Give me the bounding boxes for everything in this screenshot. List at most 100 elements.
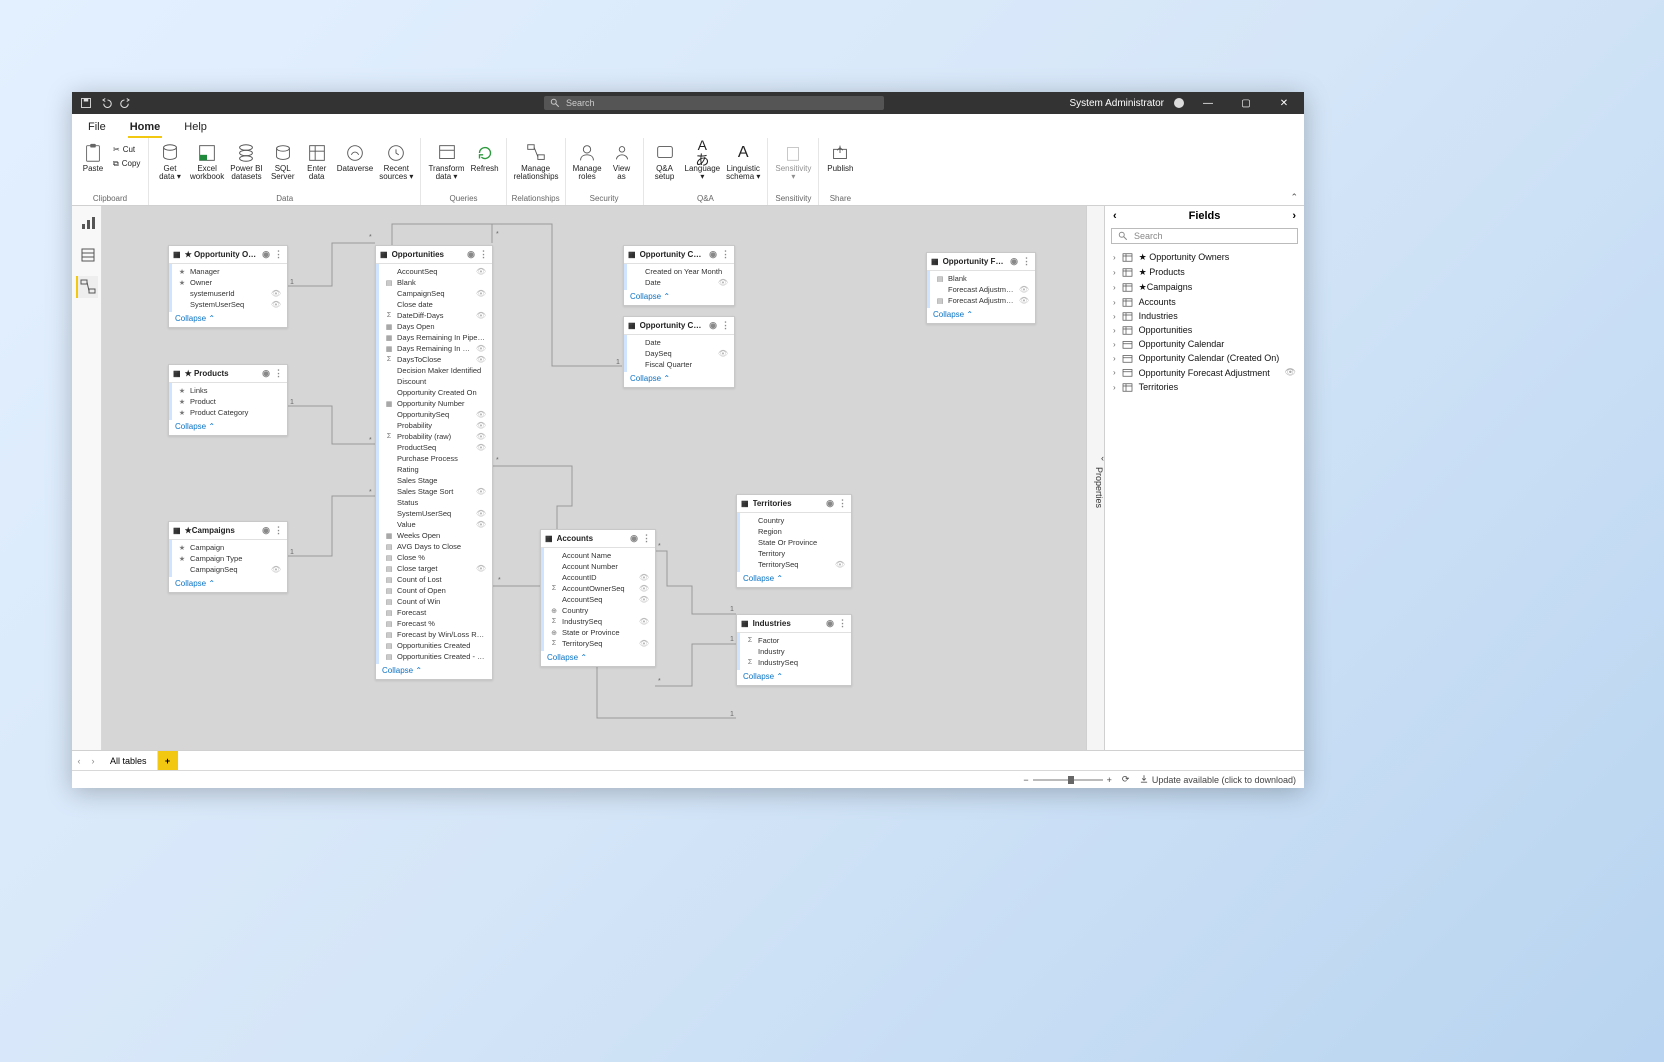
report-view-icon[interactable] <box>76 212 98 234</box>
recent-sources-button[interactable]: Recent sources ▾ <box>376 140 416 184</box>
more-icon[interactable]: ⋮ <box>274 525 283 536</box>
table-field[interactable]: ⊕State or Province <box>544 627 655 638</box>
visibility-icon[interactable]: ◉ <box>826 618 834 629</box>
minimize-button[interactable]: — <box>1194 92 1222 114</box>
model-view-icon[interactable] <box>76 276 98 298</box>
fields-table-item[interactable]: ›★ Products <box>1105 265 1304 280</box>
undo-icon[interactable] <box>100 97 112 109</box>
visibility-icon[interactable]: ◉ <box>630 533 638 544</box>
table-field[interactable]: OpportunitySeq👁 <box>379 409 492 420</box>
table-field[interactable]: ★Campaign Type <box>172 553 287 564</box>
table-field[interactable]: ⊕Country <box>544 605 655 616</box>
more-icon[interactable]: ⋮ <box>642 533 651 544</box>
table-opportunity-calendar[interactable]: ▦Opportunity Calendar◉⋮DateDaySeq👁Fiscal… <box>623 316 735 388</box>
more-icon[interactable]: ⋮ <box>838 498 847 509</box>
more-icon[interactable]: ⋮ <box>721 320 730 331</box>
collapse-link[interactable]: Collapse ⌃ <box>624 372 734 387</box>
more-icon[interactable]: ⋮ <box>479 249 488 260</box>
table-field[interactable]: ▤Close % <box>379 552 492 563</box>
qa-setup-button[interactable]: Q&A setup <box>648 140 682 184</box>
table-campaigns[interactable]: ▦★Campaigns◉⋮★Campaign★Campaign TypeCamp… <box>168 521 288 593</box>
table-field[interactable]: Account Number <box>544 561 655 572</box>
dataverse-button[interactable]: Dataverse <box>334 140 376 175</box>
fields-table-item[interactable]: ›★ Opportunity Owners <box>1105 250 1304 265</box>
more-icon[interactable]: ⋮ <box>274 368 283 379</box>
user-avatar-icon[interactable] <box>1174 98 1184 108</box>
visibility-icon[interactable]: ◉ <box>262 249 270 260</box>
table-field[interactable]: ΣDaysToClose👁 <box>379 354 492 365</box>
table-field[interactable]: ▦Days Remaining In Pipeline (bi...👁 <box>379 343 492 354</box>
collapse-link[interactable]: Collapse ⌃ <box>737 670 851 685</box>
table-field[interactable]: AccountSeq👁 <box>379 266 492 277</box>
table-field[interactable]: ★Campaign <box>172 542 287 553</box>
table-field[interactable]: ▤Forecast % <box>379 618 492 629</box>
visibility-icon[interactable]: ◉ <box>467 249 475 260</box>
table-field[interactable]: Value👁 <box>379 519 492 530</box>
refresh-button[interactable]: Refresh <box>468 140 502 175</box>
update-available-button[interactable]: Update available (click to download) <box>1139 774 1296 785</box>
table-field[interactable]: Decision Maker Identified <box>379 365 492 376</box>
table-opportunity-calendar-created[interactable]: ▦Opportunity Calenda...◉⋮Created on Year… <box>623 245 735 306</box>
collapse-link[interactable]: Collapse ⌃ <box>169 577 287 592</box>
view-as-button[interactable]: View as <box>605 140 639 184</box>
table-field[interactable]: Status <box>379 497 492 508</box>
more-icon[interactable]: ⋮ <box>274 249 283 260</box>
table-field[interactable]: ▤Opportunities Created - MoM ... <box>379 651 492 662</box>
table-field[interactable]: Fiscal Quarter <box>627 359 734 370</box>
table-field[interactable]: ΣDateDiff-Days👁 <box>379 310 492 321</box>
table-field[interactable]: ▦Opportunity Number <box>379 398 492 409</box>
table-field[interactable]: ▤Count of Win <box>379 596 492 607</box>
tab-help[interactable]: Help <box>182 117 209 138</box>
table-field[interactable]: ▤Count of Lost <box>379 574 492 585</box>
fields-table-item[interactable]: ›Accounts <box>1105 295 1304 309</box>
table-field[interactable]: Opportunity Created On <box>379 387 492 398</box>
table-field[interactable]: State Or Province <box>740 537 851 548</box>
table-field[interactable]: Close date <box>379 299 492 310</box>
table-field[interactable]: ▤Forecast <box>379 607 492 618</box>
more-icon[interactable]: ⋮ <box>838 618 847 629</box>
table-field[interactable]: Sales Stage Sort👁 <box>379 486 492 497</box>
fields-search[interactable]: Search <box>1111 228 1298 244</box>
zoom-slider[interactable]: −+ <box>1023 775 1112 785</box>
language-button[interactable]: AあLanguage ▾ <box>682 140 724 184</box>
save-icon[interactable] <box>80 97 92 109</box>
properties-pane-collapsed[interactable]: ‹ Properties <box>1086 206 1104 750</box>
table-field[interactable]: Probability👁 <box>379 420 492 431</box>
table-field[interactable]: SystemUserSeq👁 <box>379 508 492 519</box>
table-products[interactable]: ▦★ Products◉⋮★Links★Product★Product Cate… <box>168 364 288 436</box>
search-box[interactable]: Search <box>544 96 884 110</box>
model-canvas[interactable]: 1* 1* 1* *1 * *1 *1 *1 ▦★ Opportunity Ow… <box>102 206 1086 750</box>
collapse-ribbon-icon[interactable]: ⌃ <box>1290 192 1298 203</box>
chevron-left-icon[interactable]: ‹ <box>1113 210 1117 222</box>
table-field[interactable]: Region <box>740 526 851 537</box>
collapse-link[interactable]: Collapse ⌃ <box>169 312 287 327</box>
table-field[interactable]: ★Owner <box>172 277 287 288</box>
table-opportunity-owners[interactable]: ▦★ Opportunity Owners◉⋮★Manager★Ownersys… <box>168 245 288 328</box>
data-view-icon[interactable] <box>76 244 98 266</box>
table-field[interactable]: Date👁 <box>627 277 734 288</box>
table-field[interactable]: TerritorySeq👁 <box>740 559 851 570</box>
table-field[interactable]: Country <box>740 515 851 526</box>
table-field[interactable]: Sales Stage <box>379 475 492 486</box>
table-field[interactable]: systemuserId👁 <box>172 288 287 299</box>
fit-to-page-icon[interactable]: ⟳ <box>1122 774 1130 785</box>
table-field[interactable]: ▦Days Remaining In Pipeline <box>379 332 492 343</box>
copy-button[interactable]: ⧉Copy <box>110 158 144 170</box>
table-field[interactable]: CampaignSeq👁 <box>379 288 492 299</box>
maximize-button[interactable]: ▢ <box>1232 92 1260 114</box>
table-field[interactable]: ★Product <box>172 396 287 407</box>
visibility-icon[interactable]: ◉ <box>826 498 834 509</box>
table-accounts[interactable]: ▦Accounts◉⋮Account NameAccount NumberAcc… <box>540 529 656 667</box>
linguistic-schema-button[interactable]: ALinguistic schema ▾ <box>723 140 763 184</box>
tab-nav-prev[interactable]: ‹ <box>72 756 86 766</box>
collapse-link[interactable]: Collapse ⌃ <box>737 572 851 587</box>
table-field[interactable]: SystemUserSeq👁 <box>172 299 287 310</box>
table-field[interactable]: CampaignSeq👁 <box>172 564 287 575</box>
more-icon[interactable]: ⋮ <box>1022 256 1031 267</box>
table-field[interactable]: ΣIndustrySeq👁 <box>544 616 655 627</box>
table-field[interactable]: ΣProbability (raw)👁 <box>379 431 492 442</box>
close-button[interactable]: ✕ <box>1270 92 1298 114</box>
table-opportunity-forecast[interactable]: ▦Opportunity Forecast...◉⋮▤BlankForecast… <box>926 252 1036 324</box>
table-field[interactable]: ▦Weeks Open <box>379 530 492 541</box>
sql-server-button[interactable]: SQL Server <box>266 140 300 184</box>
